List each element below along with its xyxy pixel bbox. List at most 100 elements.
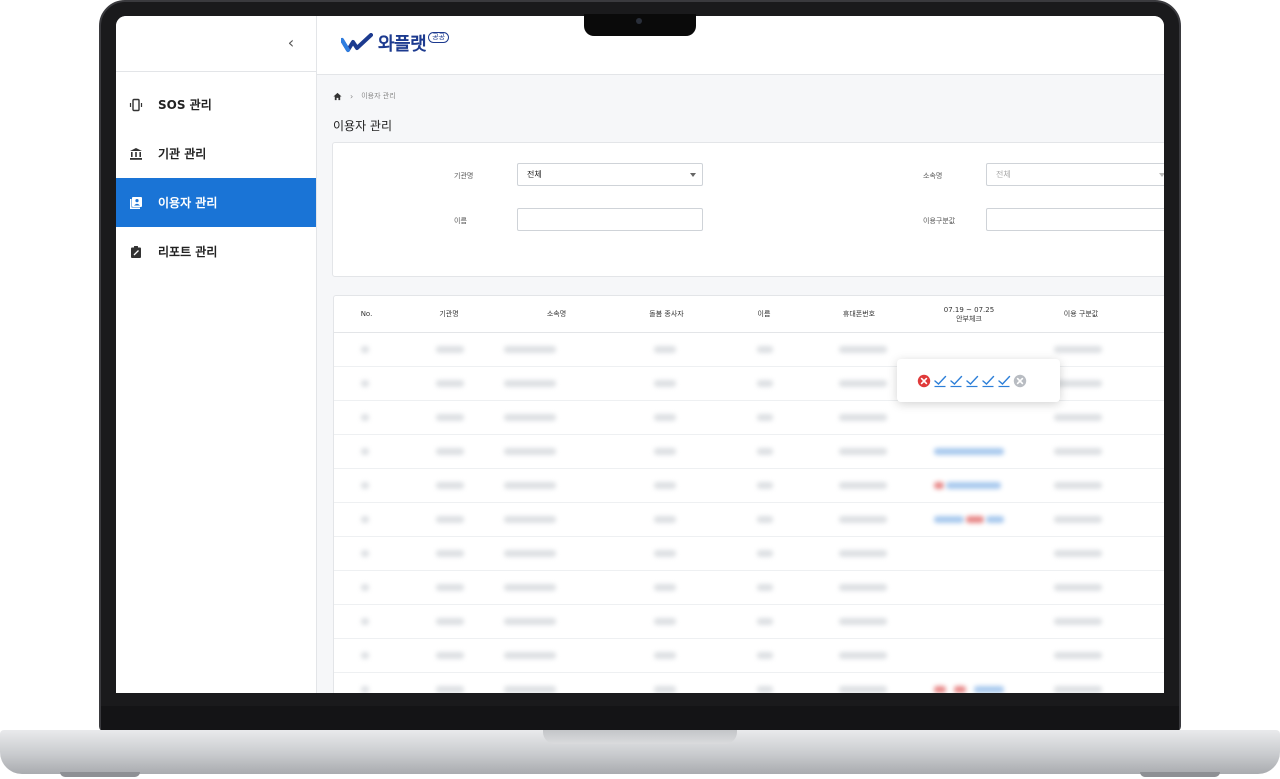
redacted-cell <box>839 482 887 489</box>
redacted-cell <box>436 380 464 387</box>
redacted-cell <box>436 686 464 693</box>
table-row[interactable] <box>334 571 1164 605</box>
sidebar: ‹ SOS 관리 기관 관리 이용자 관리 리포트 관리 <box>116 16 317 693</box>
redacted-cell <box>654 550 676 557</box>
laptop-foot <box>1140 772 1220 777</box>
redacted-cell <box>1054 414 1102 421</box>
sidebar-collapse-button[interactable]: ‹ <box>280 32 302 54</box>
redacted-cell <box>361 346 369 353</box>
redacted-cell <box>654 652 676 659</box>
table-row[interactable] <box>334 503 1164 537</box>
sidebar-item-institution[interactable]: 기관 관리 <box>116 129 316 178</box>
redacted-safety-check <box>934 516 964 523</box>
redacted-cell <box>361 618 369 625</box>
redacted-safety-check <box>986 516 1004 523</box>
redacted-cell <box>361 686 369 693</box>
redacted-cell <box>839 346 887 353</box>
redacted-cell <box>361 516 369 523</box>
safety-check-icons <box>917 374 1029 388</box>
laptop-chin <box>101 706 1179 730</box>
check-ok-icon <box>982 375 995 387</box>
redacted-cell <box>757 414 773 421</box>
redacted-cell <box>436 482 464 489</box>
affiliation-select[interactable]: 전체 <box>986 163 1164 186</box>
table-row[interactable] <box>334 639 1164 673</box>
name-input[interactable] <box>517 208 703 231</box>
check-ok-icon <box>934 375 947 387</box>
redacted-cell <box>1054 686 1102 693</box>
camera-icon <box>636 18 642 24</box>
affiliation-select-value: 전체 <box>996 170 1011 179</box>
safety-check-date-range: 07.19 ~ 07.25 <box>943 305 995 314</box>
table-row[interactable] <box>334 673 1164 693</box>
redacted-cell <box>839 516 887 523</box>
redacted-cell <box>504 482 556 489</box>
redacted-cell <box>757 618 773 625</box>
redacted-cell <box>504 414 556 421</box>
redacted-cell <box>1054 448 1102 455</box>
users-table: No. 기관명 소속명 돌봄 종사자 이름 휴대폰번호 07.19 ~ 07.2… <box>333 295 1164 693</box>
usage-type-input[interactable] <box>986 208 1164 231</box>
check-ok-icon <box>950 375 963 387</box>
sidebar-item-label: 이용자 관리 <box>158 196 218 210</box>
redacted-cell <box>757 346 773 353</box>
column-header-no: No. <box>360 310 373 318</box>
redacted-cell <box>654 346 676 353</box>
redacted-cell <box>1054 618 1102 625</box>
table-row[interactable] <box>334 605 1164 639</box>
table-row[interactable] <box>334 401 1164 435</box>
breadcrumb-current: 이용자 관리 <box>361 92 396 100</box>
redacted-cell <box>839 618 887 625</box>
sos-phone-icon <box>128 97 144 113</box>
redacted-cell <box>757 550 773 557</box>
redacted-cell <box>1054 550 1102 557</box>
redacted-cell <box>757 584 773 591</box>
report-icon <box>128 244 144 260</box>
redacted-cell <box>504 686 556 693</box>
redacted-cell <box>654 380 676 387</box>
redacted-cell <box>436 618 464 625</box>
table-row[interactable] <box>334 537 1164 571</box>
redacted-cell <box>757 448 773 455</box>
redacted-cell <box>361 414 369 421</box>
affiliation-label: 소속명 <box>923 172 943 180</box>
redacted-cell <box>436 516 464 523</box>
redacted-cell <box>504 584 556 591</box>
chevron-down-icon <box>1159 173 1164 177</box>
redacted-safety-check <box>966 516 984 523</box>
redacted-cell <box>757 380 773 387</box>
sidebar-item-sos[interactable]: SOS 관리 <box>116 80 316 129</box>
table-row[interactable] <box>334 435 1164 469</box>
redacted-cell <box>1054 482 1102 489</box>
redacted-cell <box>839 652 887 659</box>
sidebar-item-report[interactable]: 리포트 관리 <box>116 227 316 276</box>
redacted-cell <box>436 550 464 557</box>
safety-check-title: 안부체크 <box>956 314 982 323</box>
camera-notch <box>584 14 696 36</box>
redacted-cell <box>504 618 556 625</box>
laptop-foot <box>60 772 140 777</box>
redacted-cell <box>654 448 676 455</box>
table-row[interactable] <box>334 469 1164 503</box>
redacted-safety-check <box>934 482 944 489</box>
top-bar: 와플랫 공공 <box>317 16 1164 75</box>
redacted-cell <box>1054 584 1102 591</box>
redacted-safety-check <box>954 686 966 693</box>
institution-label: 기관명 <box>454 172 474 180</box>
app-screen: ‹ SOS 관리 기관 관리 이용자 관리 리포트 관리 와플랫 공공 › 이용… <box>116 16 1164 693</box>
home-icon[interactable] <box>333 92 342 101</box>
redacted-cell <box>504 346 556 353</box>
app-logo[interactable]: 와플랫 공공 <box>341 30 450 56</box>
redacted-cell <box>654 414 676 421</box>
sidebar-header: ‹ <box>116 16 316 72</box>
redacted-cell <box>654 686 676 693</box>
redacted-cell <box>436 584 464 591</box>
check-ok-icon <box>966 375 979 387</box>
column-header-affiliation: 소속명 <box>546 310 567 318</box>
institution-select[interactable]: 전체 <box>517 163 703 186</box>
redacted-cell <box>361 448 369 455</box>
name-label: 이름 <box>454 217 467 225</box>
sidebar-item-users[interactable]: 이용자 관리 <box>116 178 316 227</box>
institution-select-value: 전체 <box>527 170 542 179</box>
redacted-cell <box>839 414 887 421</box>
